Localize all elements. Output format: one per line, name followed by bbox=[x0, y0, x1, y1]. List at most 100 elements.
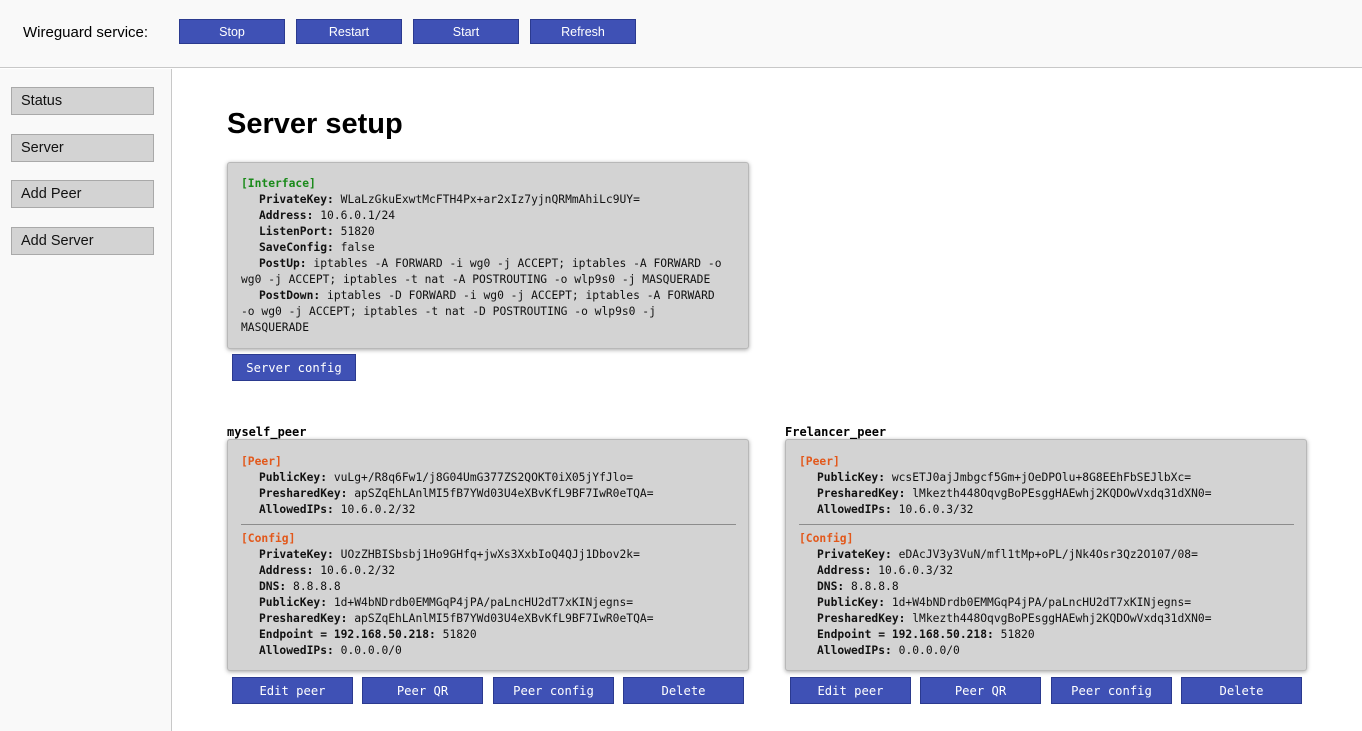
key-label: AllowedIPs: bbox=[259, 644, 334, 657]
config-preshared-key-row: PresharedKey: lMkezth448OqvgBoPEsggHAEwh… bbox=[799, 611, 1294, 627]
config-address: 10.6.0.2/32 bbox=[320, 564, 396, 577]
service-toolbar: Wireguard service: Stop Restart Start Re… bbox=[0, 0, 1362, 68]
key-label: DNS: bbox=[817, 580, 845, 593]
peer-public-key: wcsETJ0ajJmbgcf5Gm+jOeDPOlu+8G8EEhFbSEJl… bbox=[891, 471, 1192, 484]
server-listen-port: 51820 bbox=[340, 225, 375, 238]
key-label: Address: bbox=[817, 564, 872, 577]
server-private-key: WLaLzGkuExwtMcFTH4Px+ar2xIz7yjnQRMmAhiLc… bbox=[340, 193, 640, 206]
key-label: PresharedKey: bbox=[817, 612, 906, 625]
server-address: 10.6.0.1/24 bbox=[320, 209, 396, 222]
peer-preshared-key-row: PresharedKey: lMkezth448OqvgBoPEsggHAEwh… bbox=[799, 486, 1294, 502]
key-label: PostDown: bbox=[259, 289, 321, 302]
interface-section-header: [Interface] bbox=[241, 177, 316, 190]
config-public-key-row: PublicKey: 1d+W4bNDrdb0EMMGqP4jPA/paLncH… bbox=[241, 595, 736, 611]
config-dns-row: DNS: 8.8.8.8 bbox=[241, 579, 736, 595]
config-dns: 8.8.8.8 bbox=[293, 580, 341, 593]
restart-service-button[interactable]: Restart bbox=[296, 19, 402, 44]
server-interface-card: [Interface] PrivateKey: WLaLzGkuExwtMcFT… bbox=[227, 162, 749, 349]
server-post-down-line-3: MASQUERADE bbox=[241, 321, 310, 334]
peer-allowed-ips: 10.6.0.2/32 bbox=[340, 503, 416, 516]
peer-section-header: [Peer] bbox=[241, 455, 282, 468]
sidebar-item-add-peer[interactable]: Add Peer bbox=[11, 180, 154, 208]
config-private-key-row: PrivateKey: UOzZHBISbsbj1Ho9GHfq+jwXs3Xx… bbox=[241, 547, 736, 563]
section-divider bbox=[241, 524, 736, 525]
config-private-key: eDAcJV3y3VuN/mfl1tMp+oPL/jNk4Osr3Qz2O107… bbox=[898, 548, 1198, 561]
peer-allowed-ips-row: AllowedIPs: 10.6.0.3/32 bbox=[799, 502, 1294, 518]
key-label: PresharedKey: bbox=[259, 487, 348, 500]
key-label: PublicKey: bbox=[259, 471, 328, 484]
config-preshared-key-row: PresharedKey: apSZqEhLAnlMI5fB7YWd03U4eX… bbox=[241, 611, 736, 627]
config-allowed-ips: 0.0.0.0/0 bbox=[898, 644, 960, 657]
service-label: Wireguard service: bbox=[23, 24, 149, 41]
config-dns: 8.8.8.8 bbox=[851, 580, 899, 593]
edit-peer-button[interactable]: Edit peer bbox=[232, 677, 353, 704]
key-label: SaveConfig: bbox=[259, 241, 334, 254]
server-save-config-row: SaveConfig: false bbox=[241, 240, 736, 256]
peer-preshared-key: lMkezth448OqvgBoPEsggHAEwhj2KQDOwVxdq31d… bbox=[912, 487, 1212, 500]
peer-qr-button[interactable]: Peer QR bbox=[920, 677, 1041, 704]
config-allowed-ips-row: AllowedIPs: 0.0.0.0/0 bbox=[241, 643, 736, 659]
peer-preshared-key: apSZqEhLAnlMI5fB7YWd03U4eXBvKfL9BF7IwR0e… bbox=[354, 487, 654, 500]
config-public-key: 1d+W4bNDrdb0EMMGqP4jPA/paLncHU2dT7xKINje… bbox=[333, 596, 634, 609]
key-label: AllowedIPs: bbox=[259, 503, 334, 516]
key-label: PrivateKey: bbox=[259, 193, 334, 206]
key-label: Address: bbox=[259, 564, 314, 577]
config-endpoint-row: Endpoint = 192.168.50.218: 51820 bbox=[799, 627, 1294, 643]
config-section-header: [Config] bbox=[241, 532, 296, 545]
server-post-up-line-2: wg0 -j ACCEPT; iptables -t nat -A POSTRO… bbox=[241, 273, 711, 286]
edit-peer-button[interactable]: Edit peer bbox=[790, 677, 911, 704]
refresh-button[interactable]: Refresh bbox=[530, 19, 636, 44]
key-label: PublicKey: bbox=[817, 471, 886, 484]
peer-config-button[interactable]: Peer config bbox=[493, 677, 614, 704]
peer-allowed-ips-row: AllowedIPs: 10.6.0.2/32 bbox=[241, 502, 736, 518]
key-label: PublicKey: bbox=[259, 596, 328, 609]
sidebar-item-status[interactable]: Status bbox=[11, 87, 154, 115]
key-label: AllowedIPs: bbox=[817, 503, 892, 516]
server-address-row: Address: 10.6.0.1/24 bbox=[241, 208, 736, 224]
config-address-row: Address: 10.6.0.2/32 bbox=[241, 563, 736, 579]
server-config-button[interactable]: Server config bbox=[232, 354, 356, 381]
peer-card-frelancer: [Peer] PublicKey: wcsETJ0ajJmbgcf5Gm+jOe… bbox=[785, 439, 1307, 671]
key-label: PostUp: bbox=[259, 257, 307, 270]
peer-public-key: vuLg+/R8q6Fw1/j8G04UmG377ZS2QOKT0iX05jYf… bbox=[333, 471, 634, 484]
config-preshared-key: apSZqEhLAnlMI5fB7YWd03U4eXBvKfL9BF7IwR0e… bbox=[354, 612, 654, 625]
server-post-up-row: PostUp: iptables -A FORWARD -i wg0 -j AC… bbox=[241, 256, 736, 272]
config-address-row: Address: 10.6.0.3/32 bbox=[799, 563, 1294, 579]
key-label: Endpoint = 192.168.50.218: bbox=[259, 628, 436, 641]
key-label: PresharedKey: bbox=[259, 612, 348, 625]
server-post-up-line-1: iptables -A FORWARD -i wg0 -j ACCEPT; ip… bbox=[313, 257, 722, 270]
delete-peer-button[interactable]: Delete bbox=[1181, 677, 1302, 704]
config-dns-row: DNS: 8.8.8.8 bbox=[799, 579, 1294, 595]
server-listen-port-row: ListenPort: 51820 bbox=[241, 224, 736, 240]
peer-name: myself_peer bbox=[227, 425, 307, 439]
section-divider bbox=[799, 524, 1294, 525]
server-post-down-line-1: iptables -D FORWARD -i wg0 -j ACCEPT; ip… bbox=[327, 289, 715, 302]
server-save-config: false bbox=[340, 241, 375, 254]
config-allowed-ips-row: AllowedIPs: 0.0.0.0/0 bbox=[799, 643, 1294, 659]
config-public-key-row: PublicKey: 1d+W4bNDrdb0EMMGqP4jPA/paLncH… bbox=[799, 595, 1294, 611]
start-service-button[interactable]: Start bbox=[413, 19, 519, 44]
sidebar-item-add-server[interactable]: Add Server bbox=[11, 227, 154, 255]
delete-peer-button[interactable]: Delete bbox=[623, 677, 744, 704]
config-public-key: 1d+W4bNDrdb0EMMGqP4jPA/paLncHU2dT7xKINje… bbox=[891, 596, 1192, 609]
key-label: PresharedKey: bbox=[817, 487, 906, 500]
sidebar-item-server[interactable]: Server bbox=[11, 134, 154, 162]
config-private-key-row: PrivateKey: eDAcJV3y3VuN/mfl1tMp+oPL/jNk… bbox=[799, 547, 1294, 563]
peer-public-key-row: PublicKey: wcsETJ0ajJmbgcf5Gm+jOeDPOlu+8… bbox=[799, 470, 1294, 486]
key-label: DNS: bbox=[259, 580, 287, 593]
peer-config-button[interactable]: Peer config bbox=[1051, 677, 1172, 704]
config-endpoint-port: 51820 bbox=[442, 628, 477, 641]
peer-qr-button[interactable]: Peer QR bbox=[362, 677, 483, 704]
config-private-key: UOzZHBISbsbj1Ho9GHfq+jwXs3XxbIoQ4QJj1Dbo… bbox=[340, 548, 640, 561]
page-title: Server setup bbox=[227, 108, 403, 140]
key-label: ListenPort: bbox=[259, 225, 334, 238]
stop-service-button[interactable]: Stop bbox=[179, 19, 285, 44]
config-endpoint-row: Endpoint = 192.168.50.218: 51820 bbox=[241, 627, 736, 643]
key-label: PrivateKey: bbox=[259, 548, 334, 561]
peer-allowed-ips: 10.6.0.3/32 bbox=[898, 503, 974, 516]
server-private-key-row: PrivateKey: WLaLzGkuExwtMcFTH4Px+ar2xIz7… bbox=[241, 192, 736, 208]
key-label: PublicKey: bbox=[817, 596, 886, 609]
peer-public-key-row: PublicKey: vuLg+/R8q6Fw1/j8G04UmG377ZS2Q… bbox=[241, 470, 736, 486]
server-post-down-line-2: -o wg0 -j ACCEPT; iptables -t nat -D POS… bbox=[241, 305, 656, 318]
config-allowed-ips: 0.0.0.0/0 bbox=[340, 644, 402, 657]
